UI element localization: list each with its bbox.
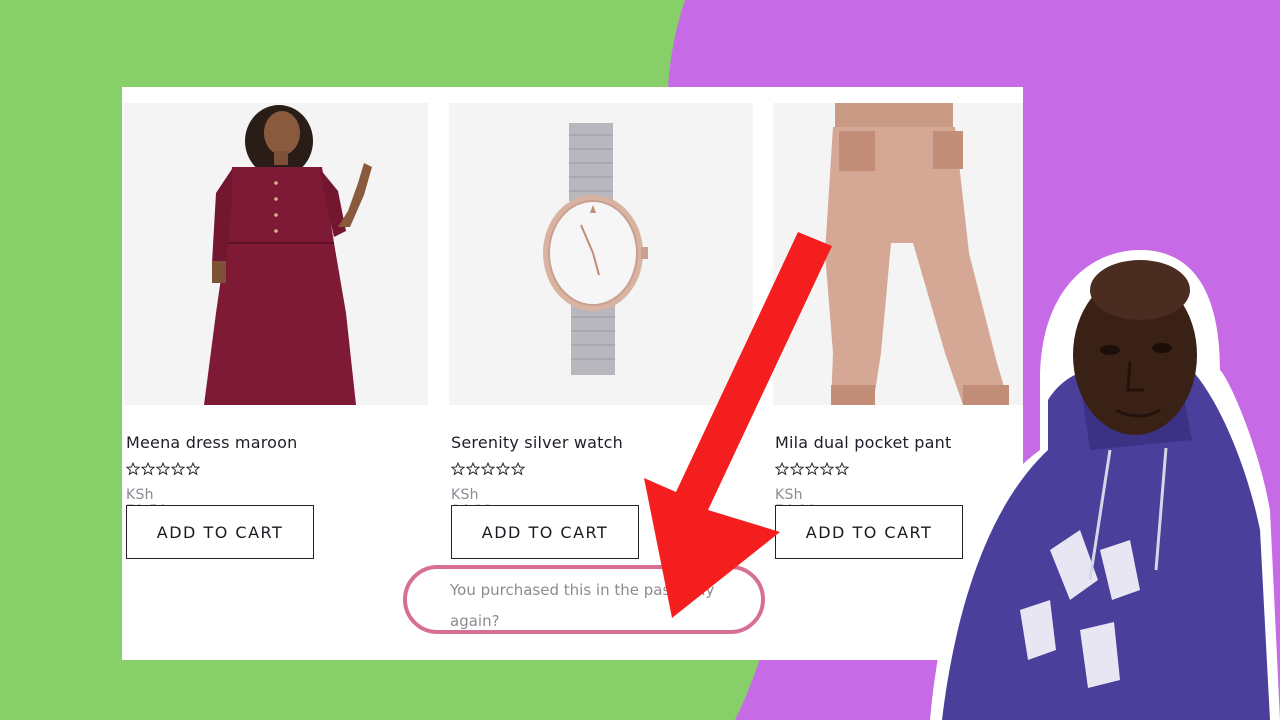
presenter-photo bbox=[930, 250, 1280, 720]
